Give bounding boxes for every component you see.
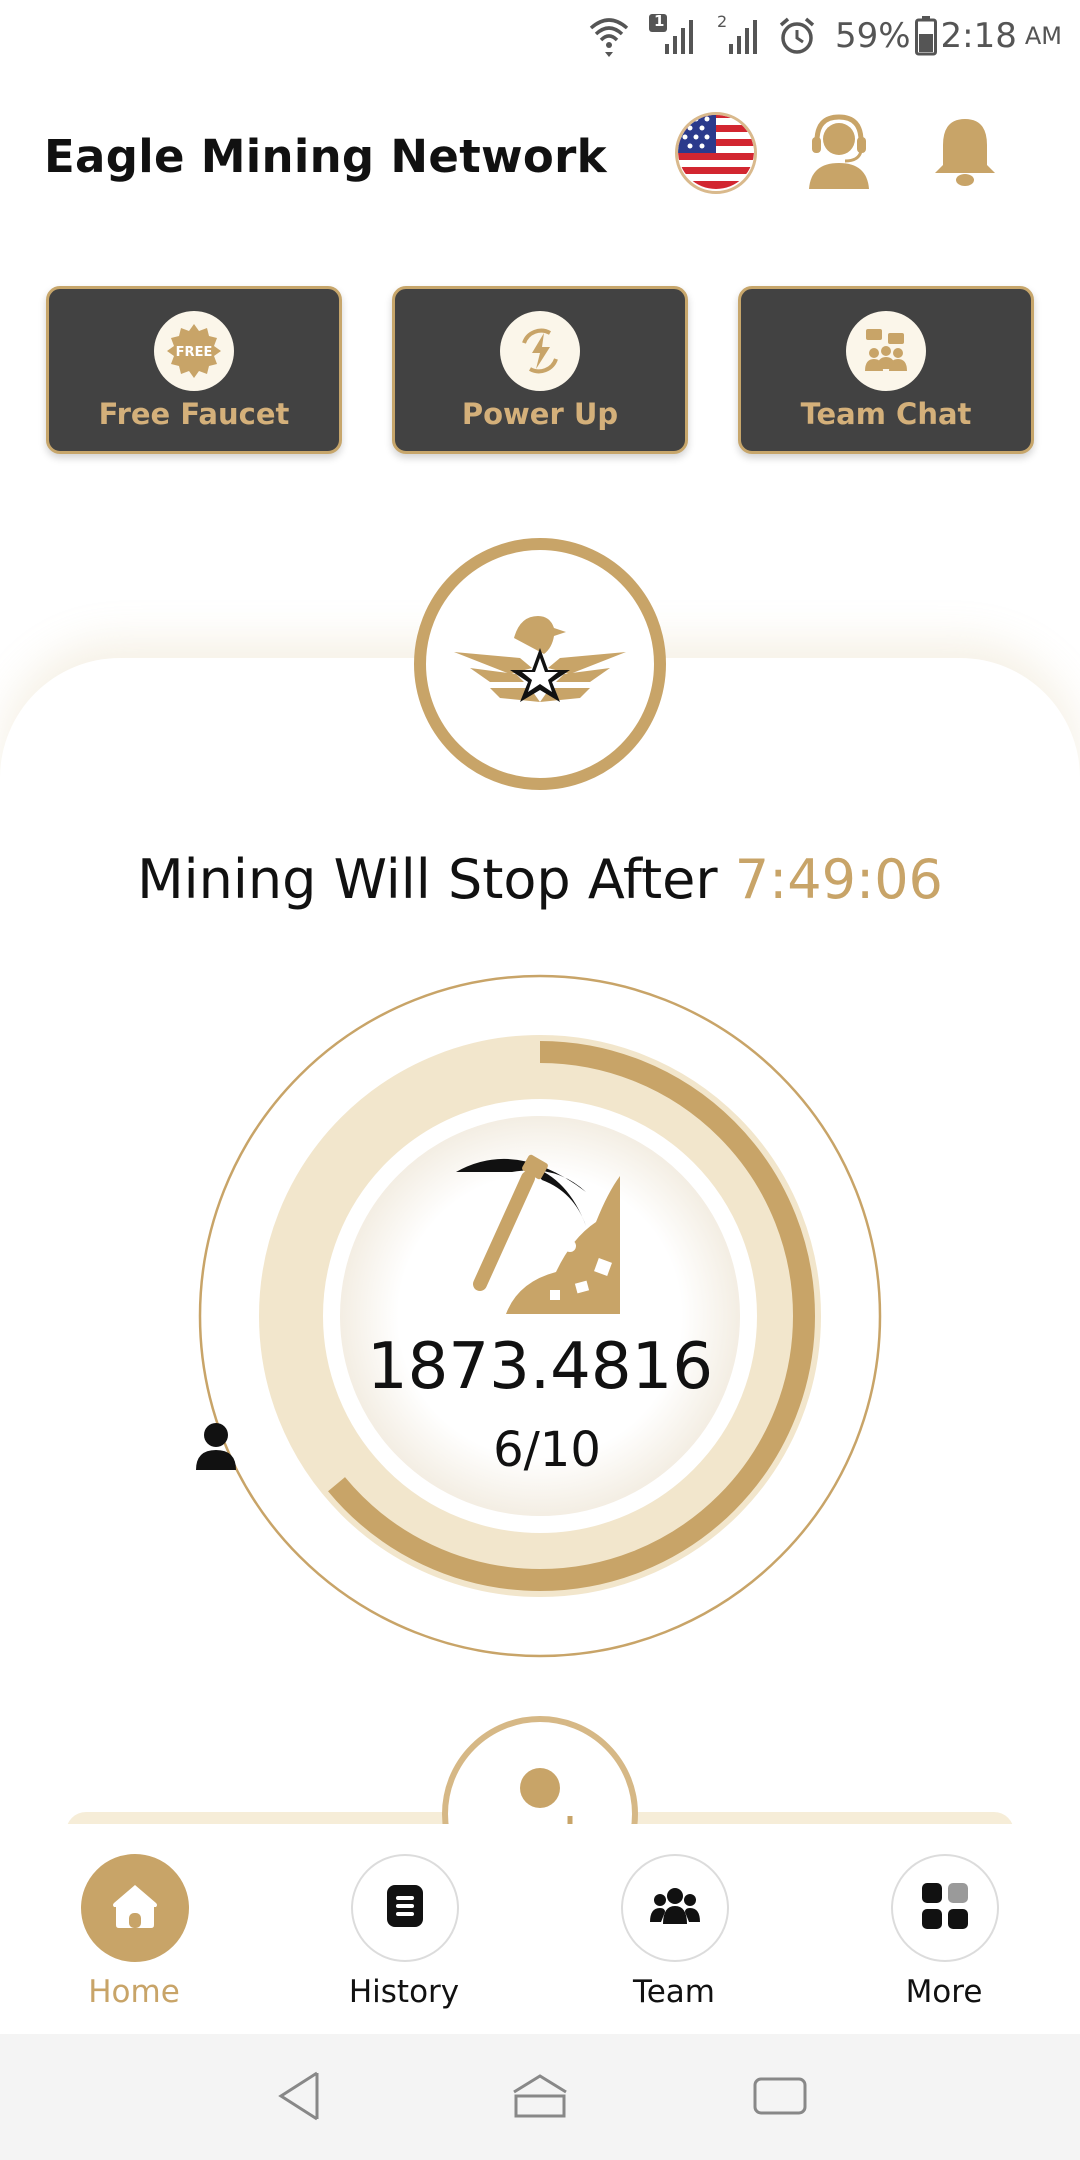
power-up-label: Power Up bbox=[461, 397, 619, 431]
customer-support-icon bbox=[803, 111, 875, 196]
nav-team-label: Team bbox=[633, 1974, 715, 2010]
free-badge-icon: FREE bbox=[154, 311, 234, 391]
grid-icon bbox=[922, 1882, 968, 1934]
eagle-logo-icon bbox=[450, 602, 630, 727]
support-button[interactable] bbox=[798, 112, 880, 194]
alarm-icon bbox=[777, 15, 817, 57]
document-icon bbox=[385, 1883, 425, 1934]
system-home-button[interactable] bbox=[508, 2070, 572, 2126]
active-members: 6/10 bbox=[196, 1422, 884, 1478]
app-header: Eagle Mining Network bbox=[0, 100, 1080, 212]
nav-team[interactable]: Team bbox=[574, 1854, 774, 2024]
clock-time: 2:18 bbox=[940, 16, 1017, 56]
free-faucet-label: Free Faucet bbox=[98, 397, 290, 431]
wifi-icon bbox=[587, 14, 631, 58]
mining-status-text: Mining Will Stop After bbox=[137, 848, 718, 911]
system-nav-bar bbox=[0, 2034, 1080, 2160]
team-icon bbox=[650, 1886, 700, 1931]
free-faucet-button[interactable]: FREE Free Faucet bbox=[46, 286, 342, 454]
power-up-button[interactable]: Power Up bbox=[392, 286, 688, 454]
free-badge-text: FREE bbox=[176, 345, 213, 360]
sim2-label: 2 bbox=[716, 12, 728, 31]
clock-ampm: AM bbox=[1024, 22, 1062, 50]
eagle-logo bbox=[414, 538, 666, 790]
team-chat-button[interactable]: Team Chat bbox=[738, 286, 1034, 454]
mining-status: Mining Will Stop After 7:49:06 bbox=[0, 848, 1080, 911]
signal-sim2-icon: 2 bbox=[713, 12, 759, 58]
sim1-label: 1 bbox=[653, 12, 665, 30]
bell-icon bbox=[933, 113, 997, 194]
app-title: Eagle Mining Network bbox=[44, 130, 607, 183]
back-icon bbox=[275, 2070, 325, 2127]
member-count: 6/10 bbox=[493, 1422, 601, 1478]
signal-sim1-icon: 1 bbox=[648, 12, 695, 58]
language-button[interactable] bbox=[675, 112, 757, 194]
nav-home-label: Home bbox=[88, 1974, 180, 2010]
battery-icon bbox=[914, 16, 937, 56]
team-chat-icon bbox=[846, 311, 926, 391]
us-flag-icon bbox=[678, 115, 754, 191]
battery-percent: 59% bbox=[834, 16, 911, 56]
quick-actions: FREE Free Faucet Power Up Team Chat bbox=[46, 286, 1034, 456]
pickaxe-icon bbox=[446, 1142, 636, 1322]
recent-apps-icon bbox=[752, 2074, 808, 2123]
system-back-button[interactable] bbox=[268, 2070, 332, 2126]
team-chat-label: Team Chat bbox=[800, 397, 972, 431]
bottom-nav: Home History Team More bbox=[0, 1824, 1080, 2034]
nav-more-label: More bbox=[905, 1974, 983, 2010]
nav-home[interactable]: Home bbox=[34, 1854, 234, 2024]
system-recent-apps-button[interactable] bbox=[748, 2070, 812, 2126]
home-icon bbox=[110, 1881, 160, 1936]
mining-gauge[interactable]: 1873.4816 6/10 bbox=[196, 972, 884, 1660]
nav-history-label: History bbox=[348, 1974, 460, 2010]
status-bar: 1 2 59% 2:18 AM bbox=[0, 0, 1080, 72]
nav-more[interactable]: More bbox=[844, 1854, 1044, 2024]
lightning-icon bbox=[500, 311, 580, 391]
mined-amount: 1873.4816 bbox=[366, 1330, 714, 1404]
notifications-button[interactable] bbox=[924, 112, 1006, 194]
nav-history[interactable]: History bbox=[304, 1854, 504, 2024]
home-outline-icon bbox=[510, 2072, 570, 2125]
mining-countdown: 7:49:06 bbox=[734, 848, 943, 911]
